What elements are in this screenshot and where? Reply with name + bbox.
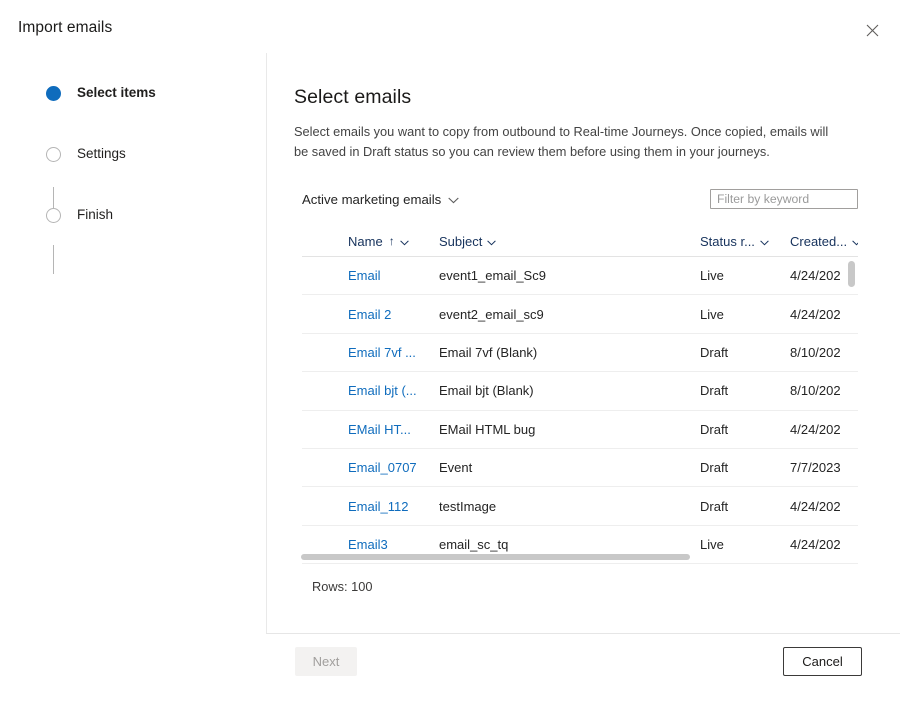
step-dot-active-icon [46,85,61,101]
footer-divider [266,633,900,634]
cell-name[interactable]: EMail HT... [348,422,439,437]
cell-name[interactable]: Email bjt (... [348,383,439,398]
sidebar-item-finish[interactable]: Finish [46,206,246,224]
cell-status-reason: Draft [700,383,729,399]
column-header-label: Subject [439,233,483,249]
cell-name[interactable]: Email_112 [348,499,439,514]
cell-subject: EMail HTML bug [439,421,536,437]
rows-count-label: Rows: 100 [312,579,373,594]
emails-grid: Name ↑ Subject Status r... Created... Em… [302,228,858,565]
dialog-title: Import emails [18,19,113,36]
next-button[interactable]: Next [295,647,357,676]
chevron-down-icon [760,234,769,249]
vertical-divider [266,53,267,633]
cell-subject: Email 7vf (Blank) [439,344,538,360]
table-row[interactable]: Email bjt (... Email bjt (Blank) Draft 8/10… [302,372,858,411]
cell-name[interactable]: Email_0707 [348,460,439,475]
column-header-label: Name [348,233,383,249]
chevron-down-icon [399,234,409,249]
cancel-button[interactable]: Cancel [783,647,862,676]
chevron-down-icon [487,234,497,249]
cell-subject: email_sc_tq [439,536,509,552]
table-row[interactable]: Email 7vf ... Email 7vf (Blank) Draft 8/10/… [302,334,858,373]
grid-vertical-scrollbar[interactable] [848,258,855,554]
cell-status-reason: Live [700,536,724,552]
grid-horizontal-scrollbar-thumb[interactable] [301,554,690,560]
step-label: Select items [77,85,156,100]
search-input[interactable] [710,189,858,209]
cell-status-reason: Draft [700,460,729,476]
main-pane: Select emails Select emails you want to … [294,84,864,162]
cell-status-reason: Live [700,268,724,284]
sidebar-item-select-items[interactable]: Select items [46,84,246,102]
close-icon [866,24,879,37]
cell-name[interactable]: Email [348,268,439,283]
table-row[interactable]: Email event1_email_Sc9 Live 4/24/202 [302,257,858,296]
close-button[interactable] [856,14,888,46]
step-connector-2 [53,245,55,274]
grid-header-row: Name ↑ Subject Status r... Created... [302,228,858,257]
cell-subject: testImage [439,498,497,514]
view-selector-label: Active marketing emails [302,192,442,207]
table-row[interactable]: EMail HT... EMail HTML bug Draft 4/24/202 [302,411,858,449]
step-label: Finish [77,207,114,222]
view-selector-dropdown[interactable]: Active marketing emails [302,190,459,210]
page-title: Select emails [294,86,412,108]
page-description: Select emails you want to copy from outb… [294,124,829,159]
cell-status-reason: Draft [700,498,729,514]
column-header-status-reason[interactable]: Status r... [700,234,790,249]
cell-name[interactable]: Email 2 [348,307,439,322]
cell-status-reason: Live [700,306,724,322]
column-header-label: Created... [790,233,848,249]
cell-subject: Event [439,460,473,476]
column-header-subject[interactable]: Subject [439,234,700,249]
step-dot-icon [46,207,61,223]
cell-name[interactable]: Email3 [348,537,439,552]
table-row[interactable]: Email_112 testImage Draft 4/24/202 [302,487,858,526]
chevron-down-icon [852,234,858,249]
chevron-down-icon [448,190,459,210]
table-row[interactable]: Email 2 event2_email_sc9 Live 4/24/202 [302,295,858,334]
wizard-stepper: Select items Settings Finish [46,84,246,274]
sort-ascending-icon: ↑ [388,234,395,248]
grid-toolbar: Active marketing emails [294,189,860,216]
table-row[interactable]: Email_0707 Event Draft 7/7/2023 [302,449,858,488]
column-header-created-on[interactable]: Created... [790,234,858,249]
step-dot-icon [46,146,61,162]
column-header-label: Status r... [700,233,755,249]
cell-name[interactable]: Email 7vf ... [348,345,439,360]
cell-subject: event2_email_sc9 [439,306,544,322]
cell-status-reason: Draft [700,344,729,360]
cell-status-reason: Draft [700,421,729,437]
step-label: Settings [77,146,126,161]
grid-vertical-scrollbar-thumb[interactable] [848,261,855,287]
sidebar-item-settings[interactable]: Settings [46,145,246,163]
cell-subject: Email bjt (Blank) [439,383,534,399]
cell-subject: event1_email_Sc9 [439,268,546,284]
grid-body: Email event1_email_Sc9 Live 4/24/202 Email 2… [302,257,858,565]
column-header-name[interactable]: Name ↑ [348,234,439,249]
